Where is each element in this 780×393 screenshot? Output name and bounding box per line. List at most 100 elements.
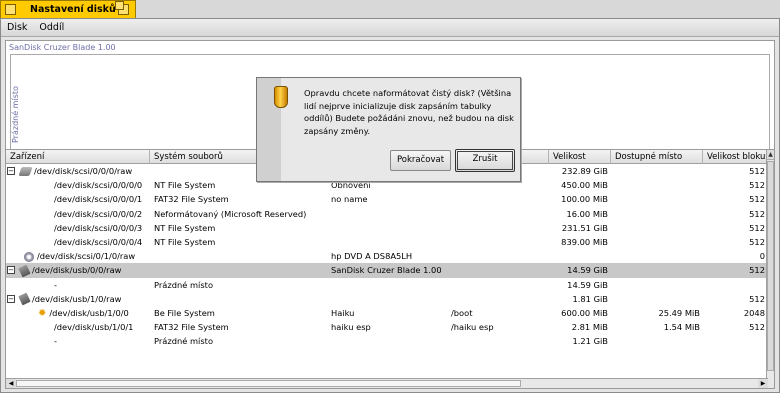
volume-name (327, 221, 447, 235)
size: 16.00 MiB (566, 208, 608, 219)
table-row[interactable]: ✹/dev/disk/usb/1/0/0 Be File System Haik… (6, 306, 768, 320)
size: 14.59 GiB (567, 265, 608, 276)
window-tab[interactable]: Nastavení disků (0, 0, 136, 18)
free-space (611, 292, 703, 306)
block-size: 512 (749, 236, 765, 247)
filesystem: Be File System (154, 307, 215, 318)
volume-name (327, 334, 447, 348)
size: 1.21 GiB (572, 336, 608, 347)
filesystem (150, 292, 327, 306)
collapse-toggle[interactable]: − (7, 167, 15, 175)
size: 1.81 GiB (572, 293, 608, 304)
mount-point: /boot (451, 307, 473, 318)
header-size[interactable]: Velikost (549, 150, 611, 164)
table-row[interactable]: /dev/disk/scsi/0/0/0/3 NT File System 23… (6, 221, 768, 235)
partition-table: Zařízení Systém souborů Velikost Dostupn… (5, 149, 775, 389)
device-path: /dev/disk/scsi/0/0/0/3 (54, 222, 143, 233)
table-row[interactable]: /dev/disk/scsi/0/0/0/2 Neformátovaný (Mi… (6, 207, 768, 221)
continue-button[interactable]: Pokračovat (390, 150, 451, 171)
scroll-up-icon[interactable]: ▲ (767, 150, 774, 160)
format-warning-dialog: Opravdu chcete naformátovat čistý disk? … (256, 77, 521, 182)
mount-point (447, 292, 549, 306)
block-size: 512 (749, 194, 765, 205)
volume-name (327, 292, 447, 306)
zoom-icon[interactable] (115, 1, 129, 15)
disk-manager-window: Disk Oddíl SanDisk Cruzer Blade 1.00 Prá… (0, 18, 780, 393)
collapse-toggle[interactable]: − (7, 294, 15, 303)
free-space (611, 221, 703, 235)
device-path: /dev/disk/scsi/0/0/0/2 (54, 208, 143, 219)
volume-name: no name (331, 194, 368, 205)
volume-name: SanDisk Cruzer Blade 1.00 (331, 265, 442, 276)
block-size: 512 (749, 180, 765, 191)
filesystem: Prázdné místo (154, 279, 214, 290)
cancel-button[interactable]: Zrušit (455, 149, 515, 172)
header-device[interactable]: Zařízení (6, 150, 150, 164)
mount-point (447, 334, 549, 348)
mount-point: /haiku esp (451, 322, 494, 333)
header-block-size[interactable]: Velikost bloku (703, 150, 768, 164)
menu-disk[interactable]: Disk (7, 22, 27, 33)
free-space (611, 192, 703, 206)
filesystem (150, 263, 327, 277)
table-row[interactable]: /dev/disk/usb/1/0/1 FAT32 File System ha… (6, 320, 768, 334)
volume-name: hp DVD A DS8A5LH (331, 251, 413, 262)
volume-name (327, 235, 447, 249)
size: 2.81 MiB (571, 322, 608, 333)
size: 600.00 MiB (561, 307, 608, 318)
table-row[interactable]: - Prázdné místo 1.21 GiB (6, 334, 768, 348)
block-size: 512 (749, 208, 765, 219)
table-row[interactable]: /dev/disk/scsi/0/0/0/4 NT File System 83… (6, 235, 768, 249)
free-space (611, 164, 703, 178)
header-free-space[interactable]: Dostupné místo (611, 150, 703, 164)
menu-partition[interactable]: Oddíl (39, 22, 64, 33)
device-path: /dev/disk/scsi/0/0/0/raw (34, 166, 133, 176)
table-row[interactable]: - Prázdné místo 14.59 GiB (6, 278, 768, 292)
block-size: 512 (749, 166, 765, 176)
size: 232.89 GiB (561, 166, 608, 176)
device-path: - (54, 279, 57, 290)
menubar: Disk Oddíl (1, 19, 779, 37)
filesystem: NT File System (154, 236, 216, 247)
window-title: Nastavení disků (30, 4, 116, 15)
free-space (611, 178, 703, 192)
table-row-selected[interactable]: − /dev/disk/usb/0/0/raw SanDisk Cruzer B… (6, 263, 768, 278)
filesystem: NT File System (154, 222, 216, 233)
device-path: /dev/disk/scsi/0/1/0/raw (37, 251, 136, 262)
device-path: /dev/disk/usb/0/0/raw (32, 265, 122, 276)
mount-point (447, 192, 549, 206)
table-row[interactable]: /dev/disk/scsi/0/0/0/1 FAT32 File System… (6, 192, 768, 206)
vertical-scroll-thumb[interactable] (767, 161, 774, 371)
device-path: /dev/disk/usb/1/0/1 (54, 322, 134, 333)
free-space: 25.49 MiB (658, 307, 700, 318)
vertical-scrollbar[interactable]: ▲ (766, 150, 774, 388)
disk-layout-name: SanDisk Cruzer Blade 1.00 (9, 43, 116, 52)
device-path: /dev/disk/usb/1/0/0 (49, 307, 129, 318)
block-size: 512 (749, 222, 765, 233)
block-size: 512 (749, 293, 765, 304)
close-icon[interactable] (5, 4, 16, 15)
size (549, 249, 611, 263)
free-space (611, 249, 703, 263)
block-size: 512 (749, 265, 765, 276)
mount-point (447, 235, 549, 249)
block-size (703, 278, 768, 292)
table-row[interactable]: /dev/disk/scsi/0/1/0/raw hp DVD A DS8A5L… (6, 249, 768, 263)
mount-point (447, 207, 549, 221)
mount-point (447, 263, 549, 277)
horizontal-scroll-thumb[interactable] (16, 380, 521, 387)
filesystem: Neformátovaný (Microsoft Reserved) (154, 208, 307, 219)
device-path: /dev/disk/usb/1/0/raw (32, 293, 122, 304)
collapse-toggle[interactable]: − (7, 266, 15, 275)
table-body: − /dev/disk/scsi/0/0/0/raw 232.89 GiB 51… (6, 164, 768, 348)
volume-name: Haiku (331, 307, 355, 318)
scroll-right-icon[interactable]: ▶ (758, 379, 768, 388)
free-space (611, 334, 703, 348)
usb-drive-icon (18, 292, 31, 306)
horizontal-scrollbar[interactable]: ◀ ▶ (6, 378, 768, 388)
volume-name: haiku esp (331, 322, 371, 333)
size: 839.00 MiB (561, 236, 608, 247)
empty-space-label: Prázdné místo (11, 86, 20, 143)
scroll-left-icon[interactable]: ◀ (6, 379, 16, 388)
table-row[interactable]: − /dev/disk/usb/1/0/raw 1.81 GiB 512 (6, 292, 768, 306)
